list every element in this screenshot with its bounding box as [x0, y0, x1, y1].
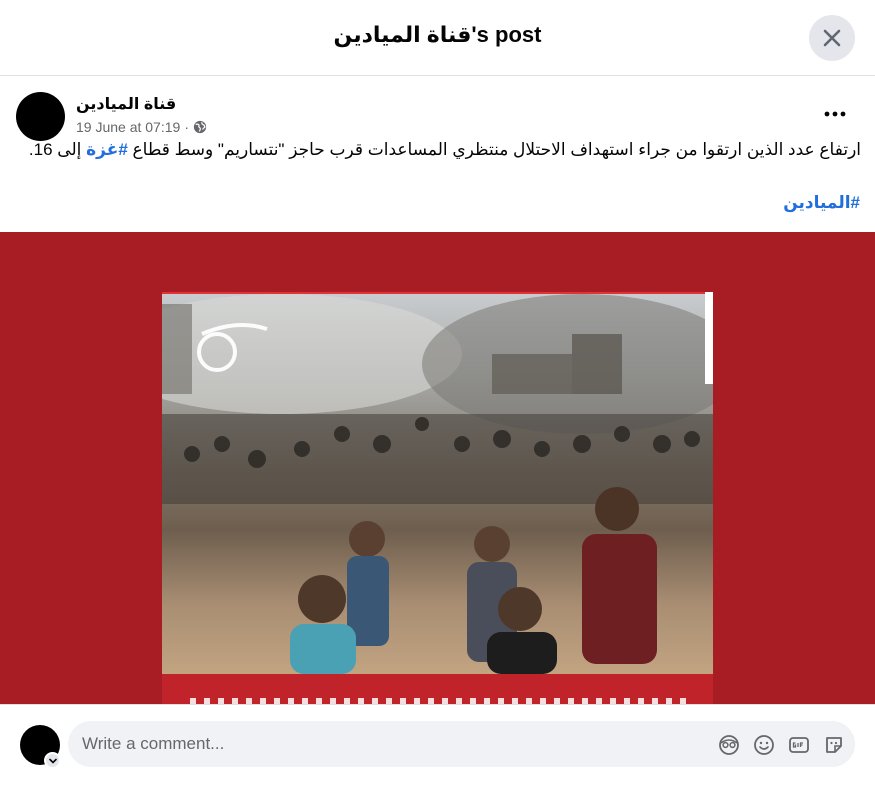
image-frame-right: [705, 292, 713, 384]
photo-crowd-scene: [162, 294, 713, 674]
author-name[interactable]: قناة الميادين: [76, 94, 176, 114]
sticker-icon: [825, 736, 842, 753]
more-horizontal-icon: [824, 111, 846, 117]
comment-input[interactable]: [82, 721, 682, 767]
globe-icon[interactable]: [193, 120, 207, 134]
gif-icon: [788, 736, 809, 753]
photo-illustration: [162, 294, 713, 674]
post-text-part-2: إلى 16.: [28, 140, 87, 159]
hashtag-almayadeen[interactable]: #الميادين: [783, 193, 860, 213]
post-image[interactable]: [0, 232, 875, 704]
close-button[interactable]: [809, 15, 855, 61]
author-avatar[interactable]: [16, 92, 65, 141]
emoji-button[interactable]: [752, 733, 775, 756]
comment-tools: [717, 733, 845, 756]
close-icon: [823, 29, 841, 47]
chevron-down-icon: [48, 758, 57, 764]
sticker-button[interactable]: [822, 733, 845, 756]
emoji-icon: [753, 734, 774, 755]
dialog-title: قناة الميادين's post: [333, 22, 542, 47]
avatar-sticker-icon: [718, 734, 739, 755]
avatar-sticker-button[interactable]: [717, 733, 740, 756]
avatar-switch-button[interactable]: [44, 752, 61, 769]
post-timestamp[interactable]: 19 June at 07:19: [76, 119, 180, 135]
post-dialog-header: قناة الميادين's post: [0, 0, 875, 76]
post-text: ارتفاع عدد الذين ارتقوا من جراء استهداف …: [14, 138, 861, 161]
post-text-part-1: ارتفاع عدد الذين ارتقوا من جراء استهداف …: [127, 140, 862, 159]
more-options-button[interactable]: [817, 100, 853, 128]
hashtag-gaza[interactable]: #غزة: [86, 140, 128, 159]
gif-button[interactable]: [787, 733, 810, 756]
post-meta: 19 June at 07:19 ·: [76, 119, 207, 135]
comment-box[interactable]: [68, 721, 855, 767]
comment-composer: [0, 704, 875, 788]
meta-separator: ·: [184, 119, 189, 135]
